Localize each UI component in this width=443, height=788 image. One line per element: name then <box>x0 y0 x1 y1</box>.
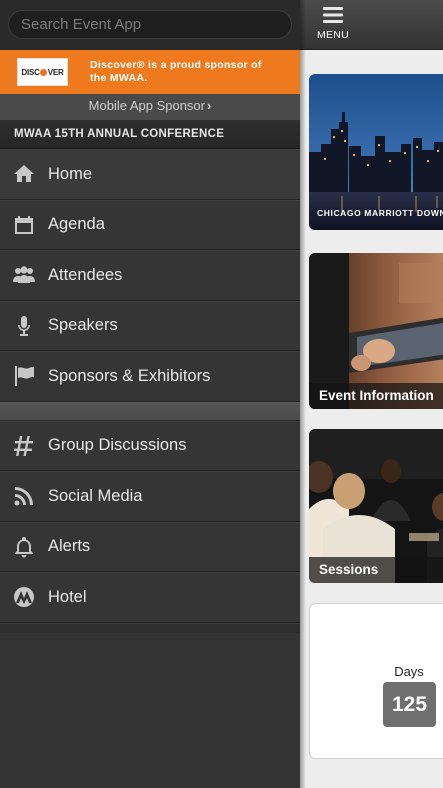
search-bar <box>0 0 300 50</box>
menu-label: MENU <box>316 29 350 41</box>
tile-caption: Event Information <box>309 383 443 409</box>
chevron-right-icon: › <box>207 98 212 113</box>
navigation-drawer: DISCVER Discover® is a proud sponsor of … <box>0 0 300 788</box>
conference-title: MWAA 15TH ANNUAL CONFERENCE <box>0 120 300 149</box>
nav-item-group-discussions[interactable]: Group Discussions <box>0 420 300 471</box>
nav-item-alerts[interactable]: Alerts <box>0 521 300 572</box>
nav-label: Agenda <box>48 215 105 234</box>
nav-item-attendees[interactable]: Attendees <box>0 250 300 301</box>
section-divider <box>0 401 300 421</box>
countdown-widget: Days 125 <box>309 603 443 759</box>
tile-event-information[interactable]: Event Information <box>309 253 443 409</box>
rss-icon <box>0 471 48 521</box>
search-input[interactable] <box>8 10 292 39</box>
nav-label: Hotel <box>48 587 87 606</box>
nav-label: Group Discussions <box>48 436 187 455</box>
hashtag-icon <box>0 421 48 471</box>
bell-icon <box>0 522 48 572</box>
nav-item-sponsors-exhibitors[interactable]: Sponsors & Exhibitors <box>0 351 300 402</box>
nav-item-hotel[interactable]: Hotel <box>0 572 300 623</box>
nav-item-agenda[interactable]: Agenda <box>0 199 300 250</box>
days-label: Days <box>394 664 424 679</box>
nav-item-speakers[interactable]: Speakers <box>0 300 300 351</box>
tile-hotel[interactable]: CHICAGO MARRIOTT DOWNTOWN <box>309 74 443 230</box>
microphone-icon <box>0 301 48 351</box>
tile-sessions[interactable]: Sessions <box>309 429 443 583</box>
hamburger-icon <box>323 7 343 23</box>
sponsor-link-label: Mobile App Sponsor <box>88 98 205 113</box>
nav-label: Attendees <box>48 265 123 284</box>
people-icon <box>0 250 48 300</box>
sponsor-text: Discover® is a proud sponsor of the MWAA… <box>90 59 262 84</box>
days-remaining-value: 125 <box>383 682 436 727</box>
nav-label: Speakers <box>48 316 118 335</box>
discover-logo: DISC VER <box>17 58 68 86</box>
top-bar: MENU <box>300 0 443 50</box>
marriott-icon <box>0 572 48 622</box>
calendar-icon <box>0 200 48 250</box>
nav-item-social-media[interactable]: Social Media <box>0 471 300 522</box>
drawer-shadow <box>300 0 306 788</box>
home-icon <box>0 149 48 199</box>
flag-icon <box>0 351 48 401</box>
sponsor-banner[interactable]: DISC VER Discover® is a proud sponsor of … <box>0 50 300 94</box>
nav-item-home[interactable]: Home <box>0 149 300 200</box>
tile-caption: CHICAGO MARRIOTT DOWNTOWN <box>317 208 443 218</box>
nav-label: Alerts <box>48 537 91 556</box>
drawer-bottom-bar <box>0 622 300 633</box>
nav-label: Social Media <box>48 486 143 505</box>
nav-label: Sponsors & Exhibitors <box>48 366 211 385</box>
menu-button[interactable]: MENU <box>310 7 356 45</box>
home-content: CHICAGO MARRIOTT DOWNTOWN Event Informat… <box>300 50 443 788</box>
mobile-app-sponsor-link[interactable]: Mobile App Sponsor › <box>0 94 300 120</box>
tile-caption: Sessions <box>309 557 443 583</box>
nav-label: Home <box>48 164 93 183</box>
